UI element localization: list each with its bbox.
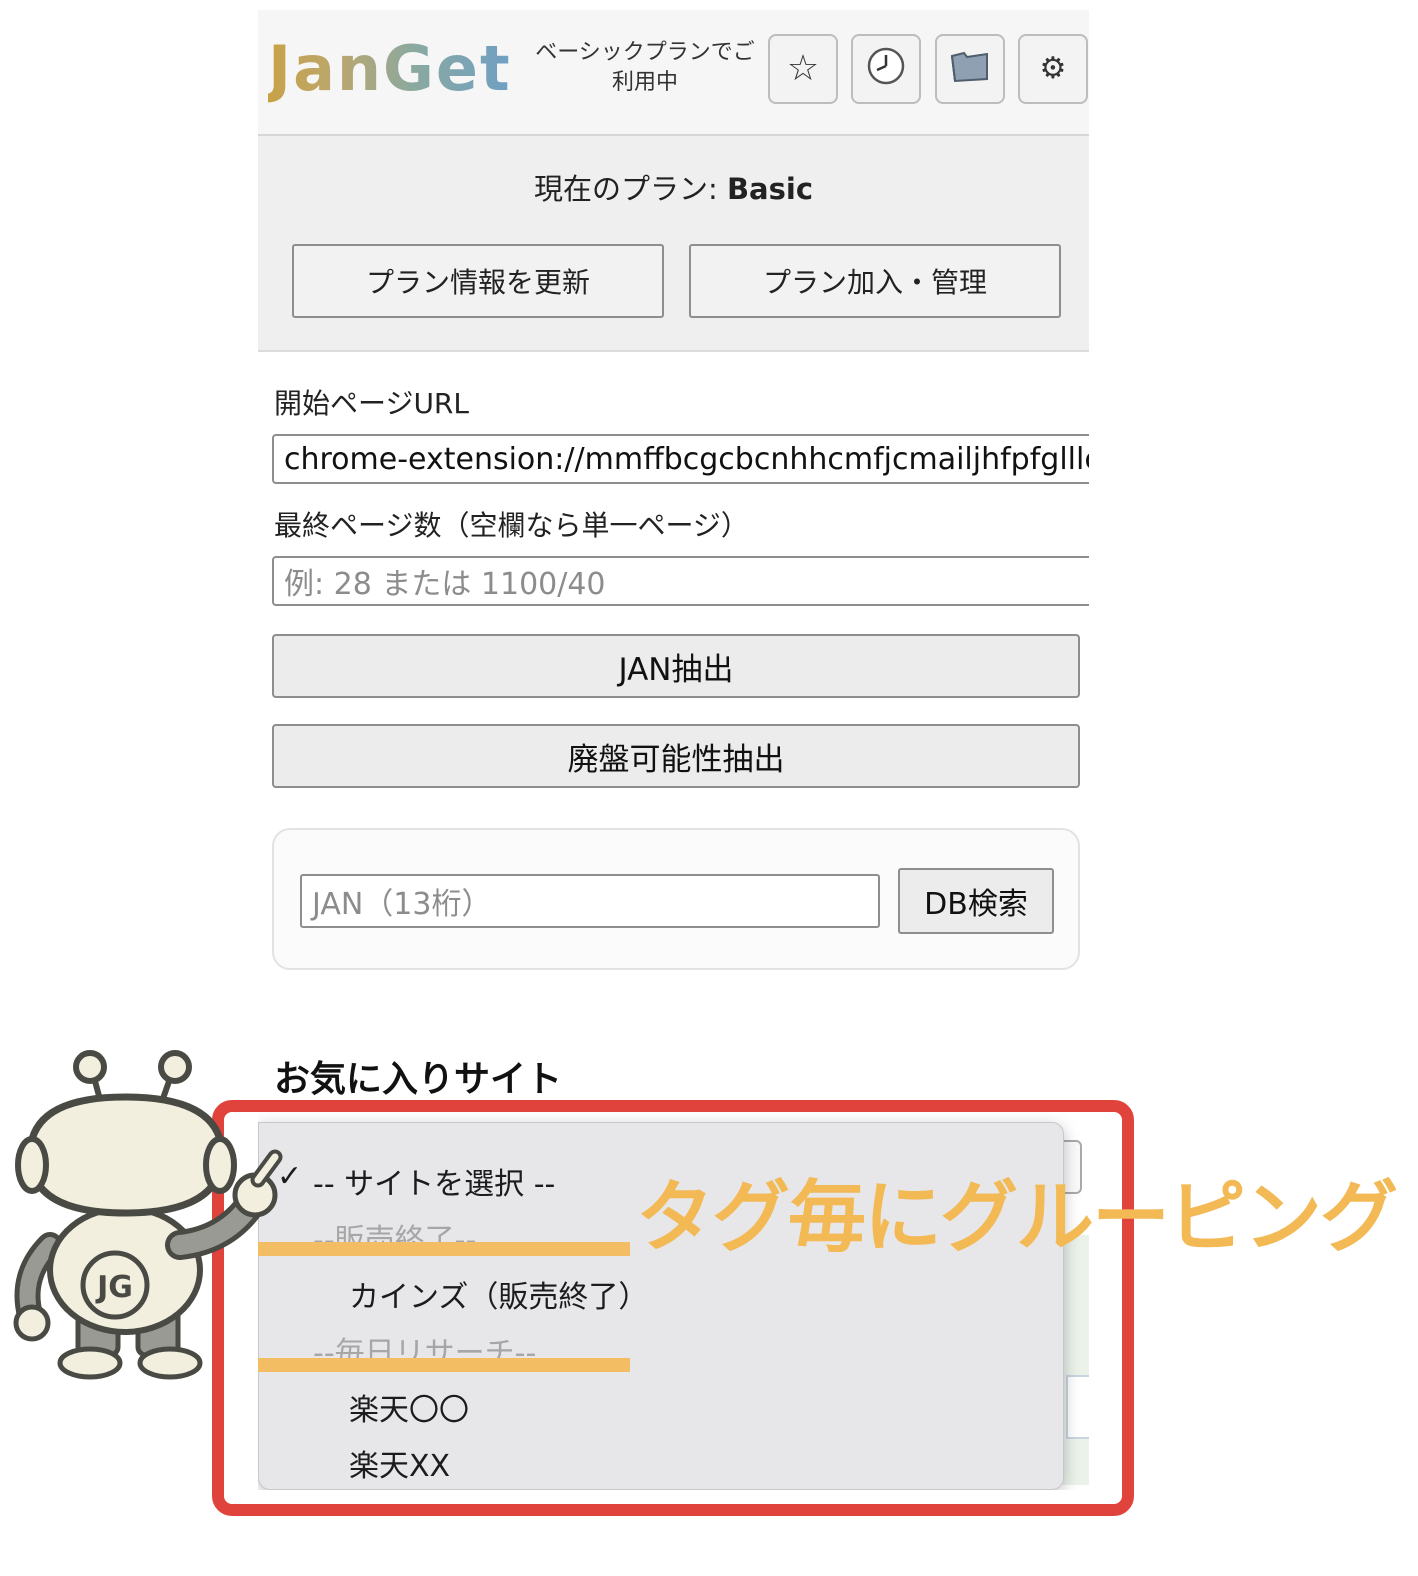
group-underline-1 <box>258 1242 630 1256</box>
group-underline-2 <box>258 1358 630 1372</box>
folder-icon <box>949 48 991 91</box>
popup-header: JanGet ベーシックプランでご 利用中 ☆ ⚙ <box>258 10 1089 136</box>
current-plan: 現在のプラン: Basic <box>258 166 1089 208</box>
jan-search-input[interactable]: JAN（13桁） <box>300 874 880 928</box>
manage-plan-button[interactable]: プラン加入・管理 <box>689 244 1061 318</box>
favorites-button[interactable]: ☆ <box>768 34 838 104</box>
plan-section: 現在のプラン: Basic プラン情報を更新 プラン加入・管理 <box>258 136 1089 352</box>
settings-button[interactable]: ⚙ <box>1018 34 1088 104</box>
discontinued-extract-button[interactable]: 廃盤可能性抽出 <box>272 724 1080 788</box>
app-logo: JanGet <box>268 32 512 105</box>
db-search-panel: JAN（13桁） DB検索 <box>272 828 1080 970</box>
gear-icon: ⚙ <box>1039 51 1067 86</box>
plan-status-line2: 利用中 <box>611 70 678 95</box>
current-plan-value: Basic <box>726 172 814 206</box>
last-page-label: 最終ページ数（空欄なら単一ページ） <box>274 509 749 542</box>
folder-button[interactable] <box>935 34 1005 104</box>
history-button[interactable] <box>851 34 921 104</box>
refresh-plan-button[interactable]: プラン情報を更新 <box>292 244 664 318</box>
mascot-badge: JG <box>95 1270 133 1305</box>
plan-status-note: ベーシックプランでご 利用中 <box>520 38 770 98</box>
clock-icon <box>866 46 906 93</box>
jan-extract-button[interactable]: JAN抽出 <box>272 634 1080 698</box>
start-url-label: 開始ページURL <box>274 387 469 420</box>
star-icon: ☆ <box>786 48 820 89</box>
db-search-button[interactable]: DB検索 <box>898 868 1054 934</box>
last-page-input[interactable]: 例: 28 または 1100/40 <box>272 556 1089 606</box>
current-plan-label: 現在のプラン: <box>533 172 727 206</box>
favorites-title: お気に入りサイト <box>274 1059 563 1100</box>
callout-text: タグ毎にグルーピング <box>636 1173 1398 1263</box>
start-url-input[interactable]: chrome-extension://mmffbcgcbcnhhcmfjcmai… <box>272 434 1089 484</box>
robot-mascot-illustration: JG <box>13 1050 283 1380</box>
plan-status-line1: ベーシックプランでご <box>535 40 755 65</box>
